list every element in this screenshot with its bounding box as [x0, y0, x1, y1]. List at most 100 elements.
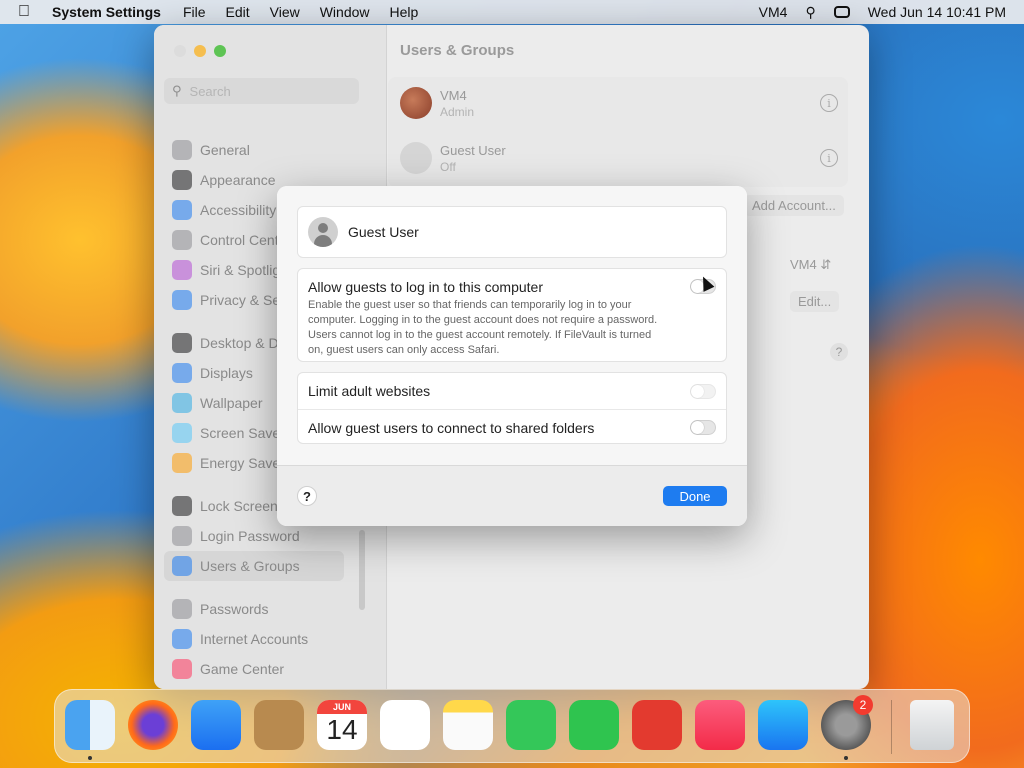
chevron-updown-icon: ⇵: [820, 257, 832, 272]
sidebar-item-users-groups[interactable]: Users & Groups: [164, 551, 344, 581]
accounts-list: VM4 Admin i Guest User Off i: [388, 77, 848, 187]
appearance-icon: [172, 170, 192, 190]
notes-icon[interactable]: [443, 700, 493, 750]
sidebar-item-label: Appearance: [200, 172, 276, 188]
zoom-button[interactable]: [214, 45, 226, 57]
energy-icon: [172, 453, 192, 473]
sidebar-item-internet-accounts[interactable]: Internet Accounts: [164, 624, 344, 654]
siri-icon: [172, 260, 192, 280]
sidebar-item-label: Internet Accounts: [200, 631, 309, 647]
add-account-button[interactable]: Add Account...: [744, 195, 844, 216]
sidebar-item-label: Login Password: [200, 528, 300, 544]
wallpaper-icon: [172, 393, 192, 413]
sidebar-item-label: Energy Saver: [200, 455, 285, 471]
account-row-vm4[interactable]: VM4 Admin: [400, 87, 474, 119]
limit-adult-websites-row: Limit adult websites: [298, 373, 726, 409]
app-menu[interactable]: System Settings: [52, 4, 161, 20]
calendar-day: 14: [326, 714, 358, 745]
close-button[interactable]: [174, 45, 186, 57]
avatar: [400, 87, 432, 119]
sidebar-item-label: Privacy & Sec: [200, 292, 288, 308]
search-icon: ⚲: [172, 83, 182, 98]
trash-icon[interactable]: [910, 700, 954, 750]
messages-icon[interactable]: [506, 700, 556, 750]
sidebar-item-label: Lock Screen: [200, 498, 278, 514]
shared-folders-toggle[interactable]: [690, 420, 716, 435]
account-row-guest[interactable]: Guest User Off: [400, 142, 506, 174]
hand-icon: [172, 290, 192, 310]
music-icon[interactable]: [695, 700, 745, 750]
minimize-button[interactable]: [194, 45, 206, 57]
menu-window[interactable]: Window: [320, 4, 370, 20]
sidebar-item-label: Accessibility: [200, 202, 277, 218]
guest-avatar-icon: [308, 217, 338, 247]
allow-guests-label: Allow guests to log in to this computer: [308, 279, 544, 295]
done-button[interactable]: Done: [663, 486, 727, 506]
mail-icon[interactable]: [191, 700, 241, 750]
firefox-icon[interactable]: [128, 700, 178, 750]
search-input[interactable]: ⚲ Search: [164, 78, 359, 104]
guest-avatar: [400, 142, 432, 174]
info-icon[interactable]: i: [820, 149, 838, 167]
user-menu[interactable]: VM4: [759, 4, 788, 20]
info-icon[interactable]: i: [820, 94, 838, 112]
photo-booth-icon[interactable]: [632, 700, 682, 750]
contacts-icon[interactable]: [254, 700, 304, 750]
sidebar-separator: [164, 581, 384, 594]
displays-icon: [172, 363, 192, 383]
users-icon: [172, 556, 192, 576]
shared-folders-row: Allow guest users to connect to shared f…: [298, 409, 726, 445]
finder-icon[interactable]: [65, 700, 115, 750]
menu-view[interactable]: View: [270, 4, 300, 20]
sidebar-item-label: Displays: [200, 365, 253, 381]
sidebar-item-label: Passwords: [200, 601, 269, 617]
gear-icon: [172, 140, 192, 160]
app-store-icon[interactable]: [758, 700, 808, 750]
facetime-icon[interactable]: [569, 700, 619, 750]
auto-login-value: VM4: [790, 257, 817, 272]
auto-login-select[interactable]: VM4 ⇵: [790, 257, 831, 273]
menu-edit[interactable]: Edit: [226, 4, 250, 20]
sidebar-item-general[interactable]: General: [164, 135, 344, 165]
edit-button[interactable]: Edit...: [790, 291, 840, 312]
sidebar-item-label: General: [200, 142, 250, 158]
sidebar-item-label: Desktop & Do: [200, 335, 287, 351]
sidebar-item-passwords[interactable]: Passwords: [164, 594, 344, 624]
accessibility-icon: [172, 200, 192, 220]
guest-user-card: Guest User: [297, 206, 727, 258]
account-role: Admin: [440, 104, 475, 119]
menu-help[interactable]: Help: [390, 4, 419, 20]
dock-separator: [891, 700, 892, 754]
spotlight-search-icon[interactable]: ⚲: [805, 4, 815, 21]
window-controls: [174, 45, 226, 57]
notification-badge: 2: [853, 695, 873, 715]
apple-menu-icon[interactable]: : [18, 3, 38, 21]
screen-saver-icon: [172, 423, 192, 443]
sidebar-item-game-center[interactable]: Game Center: [164, 654, 344, 684]
control-center-icon[interactable]: [833, 6, 850, 18]
account-name: VM4: [440, 87, 467, 103]
running-indicator: [844, 756, 848, 760]
dock: JUN 14 2: [54, 689, 970, 763]
sidebar-item-label: Game Center: [200, 661, 285, 677]
clock[interactable]: Wed Jun 14 10:41 PM: [868, 4, 1006, 20]
limit-adult-websites-label: Limit adult websites: [308, 383, 431, 399]
menu-file[interactable]: File: [183, 4, 206, 20]
password-icon: [172, 526, 192, 546]
running-indicator: [88, 756, 92, 760]
calendar-month: JUN: [332, 702, 351, 712]
sidebar-item-label: Users & Groups: [200, 558, 300, 574]
limit-adult-websites-toggle[interactable]: [690, 383, 716, 399]
sidebar-item-label: Wallpaper: [200, 395, 263, 411]
page-title: Users & Groups: [400, 42, 515, 59]
calendar-icon[interactable]: JUN 14: [317, 700, 367, 750]
guest-options-card: Limit adult websites Allow guest users t…: [297, 372, 727, 444]
sidebar-item-label: Siri & Spotlig: [200, 262, 281, 278]
sidebar-item-label: Screen Saver: [200, 425, 285, 441]
control-center-icon: [172, 230, 192, 250]
sheet-help-button[interactable]: ?: [297, 486, 317, 506]
shared-folders-label: Allow guest users to connect to shared f…: [308, 419, 595, 436]
reminders-icon[interactable]: [380, 700, 430, 750]
help-button[interactable]: ?: [830, 343, 848, 361]
sidebar-scrollbar[interactable]: [359, 530, 365, 610]
